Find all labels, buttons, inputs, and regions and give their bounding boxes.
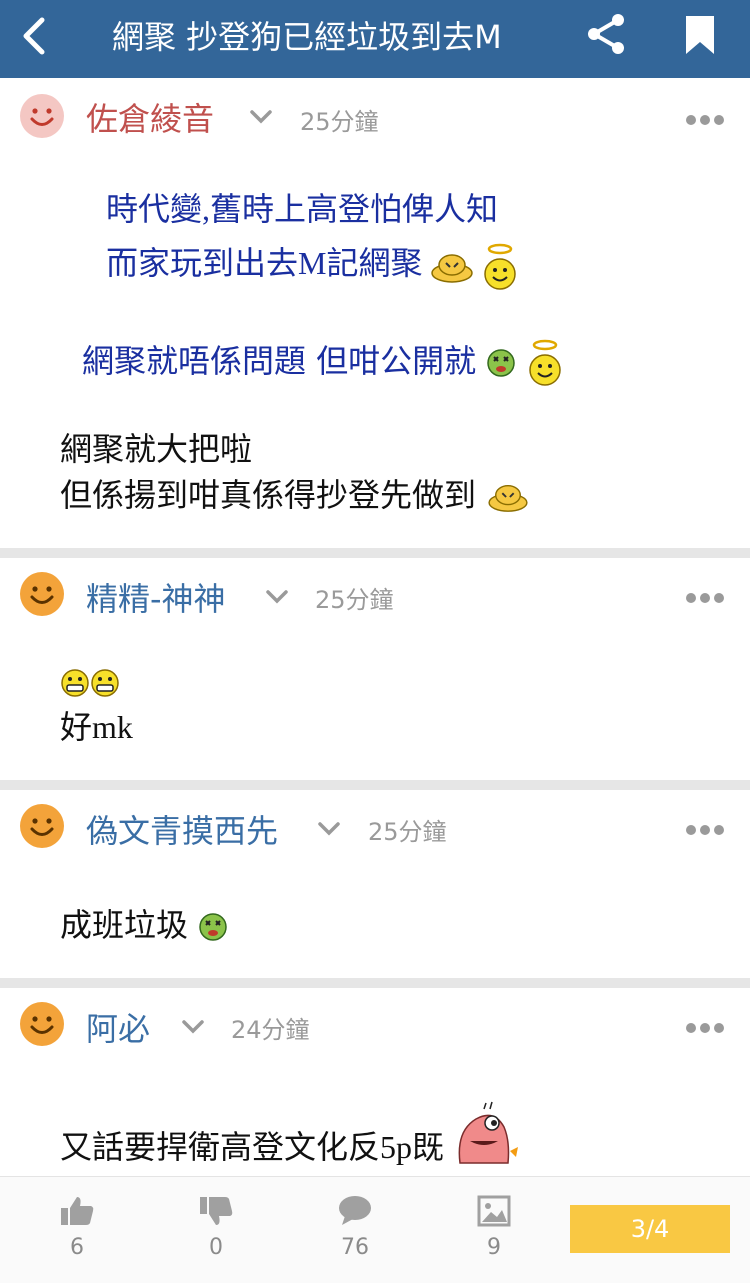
post-divider bbox=[0, 978, 750, 988]
reply-button[interactable]: 76 bbox=[325, 1195, 385, 1260]
avatar-smiley-icon[interactable] bbox=[20, 804, 64, 848]
like-button[interactable]: 6 bbox=[47, 1195, 107, 1260]
post-header: 偽文青摸西先 25分鐘 bbox=[0, 790, 750, 860]
image-button[interactable]: 9 bbox=[464, 1195, 524, 1260]
more-options-icon[interactable] bbox=[686, 820, 730, 835]
post-line: 成班垃圾 bbox=[60, 900, 228, 946]
bowing-emoji-icon bbox=[431, 253, 474, 283]
post-time: 25分鐘 bbox=[300, 108, 379, 136]
dislike-button[interactable]: 0 bbox=[186, 1195, 246, 1260]
post-emoji-row bbox=[60, 662, 120, 700]
post-line: 好mk bbox=[60, 709, 133, 745]
chevron-down-icon[interactable] bbox=[264, 588, 290, 606]
angel-smiley-icon bbox=[528, 339, 561, 386]
grin-emoji-icon bbox=[91, 669, 119, 697]
top-bar: 網聚 抄登狗已經垃圾到去M bbox=[0, 0, 750, 78]
username[interactable]: 偽文青摸西先 bbox=[86, 806, 278, 852]
thumbs-up-icon bbox=[61, 1197, 94, 1225]
post-header: 佐倉綾音 25分鐘 bbox=[0, 78, 750, 148]
image-count: 9 bbox=[487, 1235, 501, 1260]
username[interactable]: 佐倉綾音 bbox=[86, 94, 214, 140]
page-selector-button[interactable]: 3/4 bbox=[570, 1205, 730, 1253]
post-line: 又話要捍衛高登文化反5p既 bbox=[60, 1101, 520, 1168]
thumbs-down-icon bbox=[200, 1197, 233, 1225]
post-time: 24分鐘 bbox=[231, 1016, 310, 1044]
chevron-down-icon[interactable] bbox=[316, 820, 342, 838]
chevron-down-icon[interactable] bbox=[248, 108, 274, 126]
angel-smiley-icon bbox=[484, 243, 517, 290]
post-time: 25分鐘 bbox=[315, 586, 394, 614]
like-count: 6 bbox=[70, 1235, 84, 1260]
chevron-down-icon[interactable] bbox=[180, 1018, 206, 1036]
username[interactable]: 精精-神神 bbox=[86, 574, 226, 620]
sick-emoji-icon bbox=[199, 913, 227, 941]
image-icon bbox=[477, 1195, 511, 1227]
post-line: 而家玩到出去M記網聚 bbox=[106, 238, 518, 292]
bookmark-icon[interactable] bbox=[680, 12, 720, 56]
more-options-icon[interactable] bbox=[686, 588, 730, 603]
post-3: 偽文青摸西先 25分鐘 成班垃圾 bbox=[0, 790, 750, 978]
post-2: 精精-神神 25分鐘 好mk bbox=[0, 558, 750, 780]
back-arrow-icon[interactable] bbox=[14, 14, 58, 58]
avatar-smiley-icon[interactable] bbox=[20, 572, 64, 616]
post-time: 25分鐘 bbox=[368, 818, 447, 846]
more-options-icon[interactable] bbox=[686, 1018, 730, 1033]
share-icon[interactable] bbox=[584, 12, 628, 56]
reply-count: 76 bbox=[341, 1235, 369, 1260]
avatar-smiley-icon[interactable] bbox=[20, 94, 64, 138]
bottom-action-bar: 6 0 76 9 3/4 bbox=[0, 1176, 750, 1283]
grin-emoji-icon bbox=[61, 669, 89, 697]
more-options-icon[interactable] bbox=[686, 110, 730, 125]
post-header: 精精-神神 25分鐘 bbox=[0, 558, 750, 628]
username[interactable]: 阿必 bbox=[86, 1004, 150, 1050]
post-divider bbox=[0, 780, 750, 790]
post-1: 佐倉綾音 25分鐘 時代變,舊時上高登怕俾人知 而家玩到出去M記網聚 網聚就唔係… bbox=[0, 78, 750, 548]
post-line: 但係揚到咁真係得抄登先做到 bbox=[60, 470, 530, 516]
thread-title: 網聚 抄登狗已經垃圾到去M bbox=[112, 18, 502, 56]
post-line: 網聚就大把啦 bbox=[60, 430, 253, 468]
pink-monster-emoji-icon bbox=[458, 1101, 519, 1164]
bowing-emoji-icon bbox=[488, 484, 528, 512]
post-line: 網聚就唔係問題 但咁公開就 bbox=[82, 336, 563, 388]
dislike-count: 0 bbox=[209, 1235, 223, 1260]
sick-emoji-icon bbox=[487, 349, 516, 377]
post-divider bbox=[0, 548, 750, 558]
comment-icon bbox=[339, 1196, 371, 1225]
post-header: 阿必 24分鐘 bbox=[0, 988, 750, 1058]
avatar-smiley-icon[interactable] bbox=[20, 1002, 64, 1046]
post-4: 阿必 24分鐘 又話要捍衛高登文化反5p既 bbox=[0, 988, 750, 1176]
post-line: 時代變,舊時上高登怕俾人知 bbox=[106, 191, 499, 227]
